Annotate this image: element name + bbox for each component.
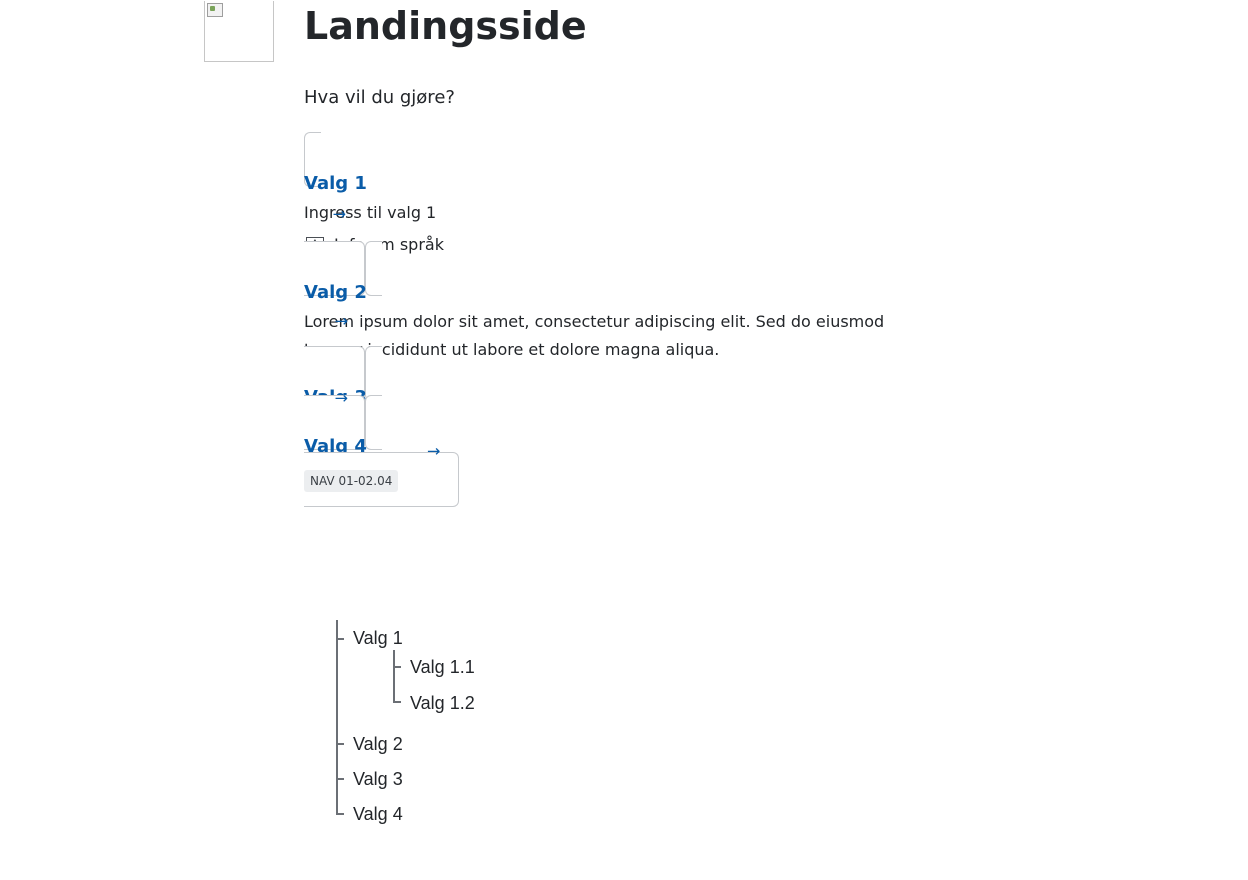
link-panel-title: Valg 1 bbox=[304, 173, 367, 194]
logo-image bbox=[204, 1, 274, 62]
language-info: i Info om språk bbox=[304, 231, 944, 259]
tree-item-valg-3[interactable]: Valg 3 bbox=[353, 767, 403, 791]
tree-item-valg-1-2[interactable]: Valg 1.2 bbox=[410, 691, 475, 715]
tree-item-valg-1[interactable]: Valg 1 bbox=[353, 626, 403, 650]
tree-item-valg-4[interactable]: Valg 4 bbox=[353, 802, 403, 826]
arrow-right-icon: → bbox=[334, 311, 348, 331]
arrow-right-icon: → bbox=[334, 388, 348, 408]
page-intro: Hva vil du gjøre? bbox=[304, 87, 455, 108]
tree-item-valg-1-1[interactable]: Valg 1.1 bbox=[410, 655, 475, 679]
tree-branch-tick bbox=[336, 813, 344, 815]
arrow-right-icon: → bbox=[332, 204, 346, 224]
arrow-right-icon: → bbox=[427, 441, 441, 461]
link-panel-valg-1[interactable]: Valg 1 Ingress til valg 1 i Info om språ… bbox=[304, 132, 944, 296]
tree-sub-branch-line bbox=[393, 650, 395, 702]
link-panel-list: Valg 1 Ingress til valg 1 i Info om språ… bbox=[304, 132, 944, 507]
tree-branch-tick bbox=[393, 666, 401, 668]
tree-branch-tick bbox=[336, 778, 344, 780]
language-info-label: Info om språk bbox=[334, 235, 444, 254]
tree-branch-tick bbox=[336, 743, 344, 745]
link-panel-description: Ingress til valg 1 bbox=[304, 203, 437, 222]
tree-branch-tick bbox=[336, 638, 344, 640]
tree-branch-tick bbox=[393, 701, 401, 703]
link-panel-description: Lorem ipsum dolor sit amet, consectetur … bbox=[304, 312, 885, 359]
main-content: Landingsside Hva vil du gjøre? Valg 1 In… bbox=[304, 0, 944, 507]
link-panel-title: Valg 4 bbox=[304, 436, 367, 457]
link-panel-title: Valg 3 bbox=[304, 387, 367, 408]
page-title: Landingsside bbox=[304, 4, 587, 48]
tree-branch-line bbox=[336, 620, 338, 814]
tree-item-valg-2[interactable]: Valg 2 bbox=[353, 732, 403, 756]
info-icon: i bbox=[306, 237, 324, 253]
form-number-tag: NAV 01-02.04 bbox=[304, 470, 399, 492]
link-panel-valg-2[interactable]: Valg 2 Lorem ipsum dolor sit amet, conse… bbox=[304, 241, 944, 401]
link-panel-title: Valg 2 bbox=[304, 282, 367, 303]
